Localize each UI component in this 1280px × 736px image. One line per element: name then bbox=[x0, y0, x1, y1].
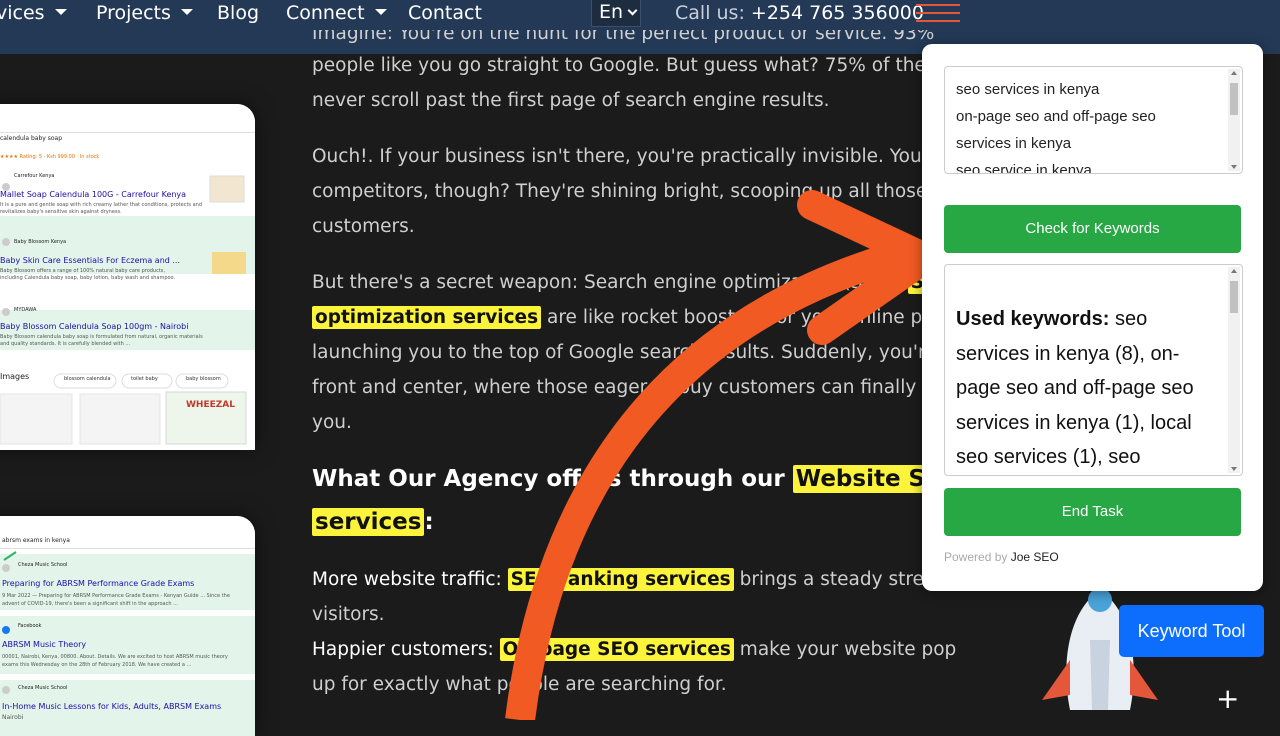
keyword-line: services in kenya bbox=[956, 135, 1072, 152]
results-scrollbar[interactable] bbox=[1228, 267, 1240, 473]
scroll-down-icon[interactable] bbox=[1231, 467, 1237, 471]
used-keywords-value: seo services in kenya (8), on-page seo a… bbox=[956, 308, 1194, 469]
check-keywords-button[interactable]: Check for Keywords bbox=[944, 205, 1241, 253]
scrollbar-thumb[interactable] bbox=[1230, 281, 1238, 313]
powered-label: Powered by bbox=[944, 550, 1008, 564]
powered-by: Powered by Joe SEO bbox=[944, 550, 1059, 564]
used-keywords-label: Used keywords: bbox=[956, 308, 1110, 330]
end-task-button[interactable]: End Task bbox=[944, 488, 1241, 536]
powered-brand[interactable]: Joe SEO bbox=[1011, 550, 1059, 564]
keyword-tool-button[interactable]: Keyword Tool bbox=[1119, 605, 1264, 657]
keywords-textarea[interactable]: seo services in kenya on-page seo and of… bbox=[944, 66, 1243, 174]
keyword-checker-panel: seo services in kenya on-page seo and of… bbox=[922, 44, 1263, 591]
scrollbar-thumb[interactable] bbox=[1230, 83, 1238, 115]
results-title: Results: bbox=[956, 271, 1047, 299]
results-text: Used keywords: seo services in kenya (8)… bbox=[956, 302, 1218, 475]
scroll-up-icon[interactable] bbox=[1231, 71, 1237, 75]
keyword-line: seo service in kenya bbox=[956, 162, 1092, 174]
results-box[interactable]: Results: Used keywords: seo services in … bbox=[944, 264, 1243, 476]
textarea-scrollbar[interactable] bbox=[1228, 69, 1240, 171]
plus-icon[interactable]: + bbox=[1216, 684, 1239, 714]
scroll-up-icon[interactable] bbox=[1231, 269, 1237, 273]
scroll-down-icon[interactable] bbox=[1231, 165, 1237, 169]
keyword-line: on-page seo and off-page seo bbox=[956, 108, 1156, 125]
keyword-line: seo services in kenya bbox=[956, 81, 1100, 98]
